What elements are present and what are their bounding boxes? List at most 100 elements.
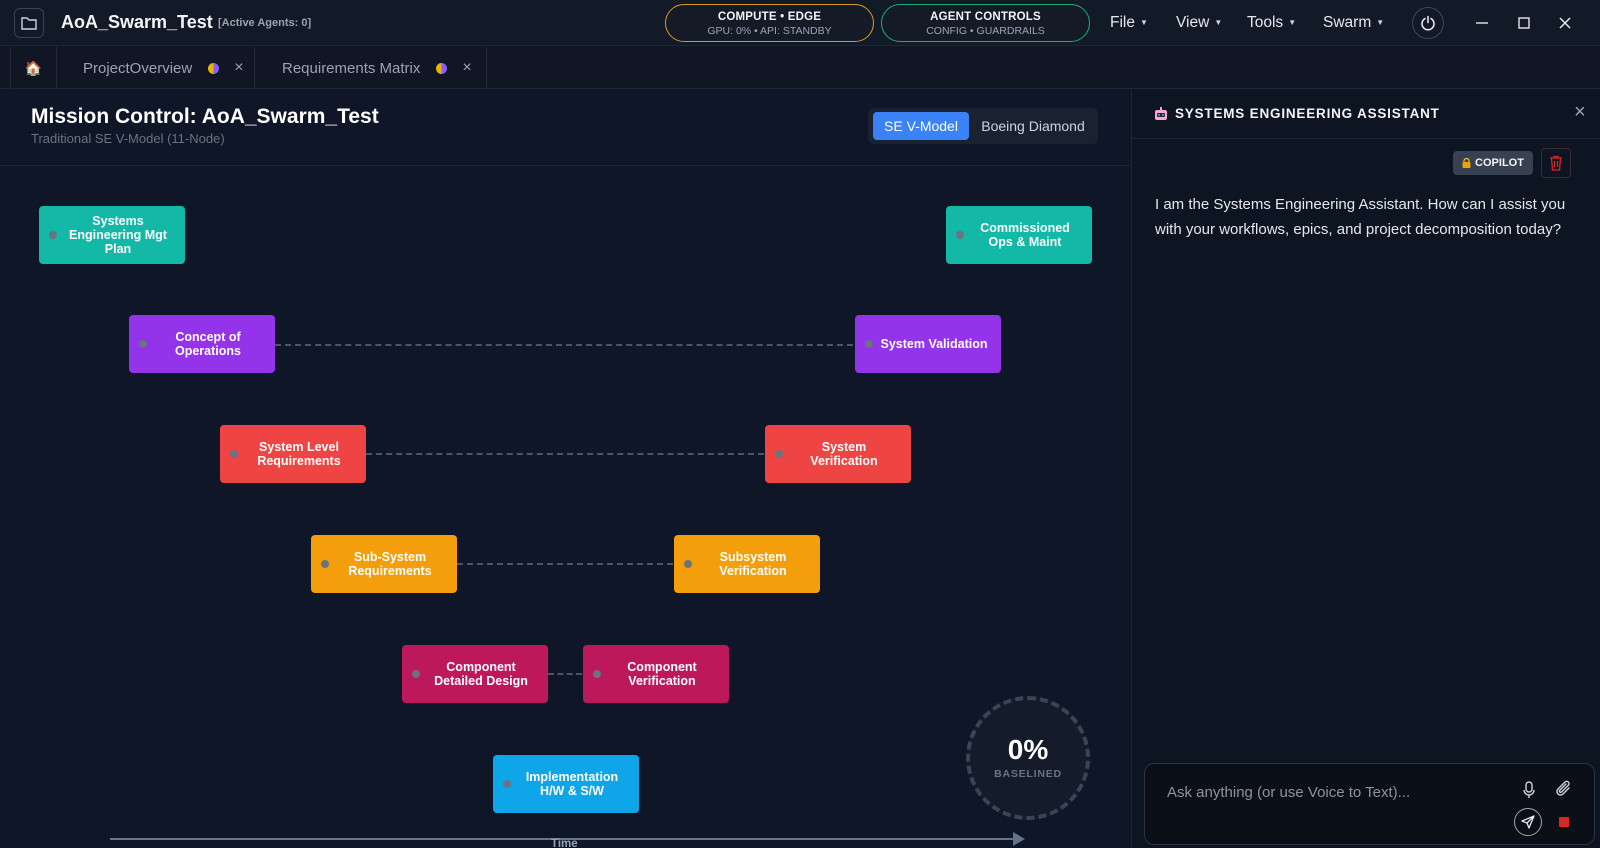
clear-chat-button[interactable] xyxy=(1541,148,1571,178)
close-icon[interactable]: × xyxy=(234,59,243,77)
node-label: Subsystem Verification xyxy=(719,550,787,578)
node-system-validation[interactable]: System Validation xyxy=(855,315,1001,373)
node-port xyxy=(230,450,238,458)
node-concept-of-operations[interactable]: Concept of Operations xyxy=(129,315,275,373)
chat-input[interactable] xyxy=(1167,780,1507,804)
robot-icon xyxy=(1155,107,1167,120)
node-port xyxy=(49,231,57,239)
compute-edge-button[interactable]: COMPUTE • EDGE GPU: 0% • API: STANDBY xyxy=(665,4,874,42)
se-v-model-button[interactable]: SE V-Model xyxy=(873,112,969,140)
menu-tools-label: Tools xyxy=(1247,14,1284,31)
node-port xyxy=(684,560,692,568)
menu-file[interactable]: File ▼ xyxy=(1110,14,1148,32)
title-bar: AoA_Swarm_Test [Active Agents: 0] COMPUT… xyxy=(0,0,1600,46)
menu-file-label: File xyxy=(1110,14,1135,31)
chevron-down-icon: ▼ xyxy=(1376,18,1385,27)
node-commissioned-ops[interactable]: Commissioned Ops & Maint xyxy=(946,206,1092,264)
baselined-percent: 0% xyxy=(1007,734,1049,765)
chat-input-box xyxy=(1144,763,1595,845)
compute-pill-title: COMPUTE • EDGE xyxy=(717,11,822,23)
node-label: Systems Engineering Mgt Plan xyxy=(69,214,167,256)
node-label: System Level Requirements xyxy=(257,440,341,468)
assistant-message: I am the Systems Engineering Assistant. … xyxy=(1155,196,1566,238)
minimize-button[interactable] xyxy=(1470,11,1494,35)
tab-project-overview[interactable]: ProjectOverview × xyxy=(57,47,255,89)
menu-tools[interactable]: Tools ▼ xyxy=(1247,14,1296,32)
agent-pill-status: CONFIG • GUARDRAILS xyxy=(926,25,1045,37)
chevron-down-icon: ▼ xyxy=(1139,18,1148,27)
lock-icon xyxy=(1462,158,1471,168)
close-icon xyxy=(1559,17,1571,29)
chevron-down-icon: ▼ xyxy=(1214,18,1223,27)
tab-label: ProjectOverview xyxy=(83,59,193,77)
menu-swarm-label: Swarm xyxy=(1323,14,1372,31)
baselined-label: BASELINED xyxy=(994,768,1062,780)
close-window-button[interactable] xyxy=(1553,11,1577,35)
time-axis-label: Time xyxy=(551,838,578,848)
status-dot-icon xyxy=(208,62,220,74)
trash-icon xyxy=(1550,155,1562,171)
home-icon: 🏠 xyxy=(24,59,43,76)
agent-pill-title: AGENT CONTROLS xyxy=(930,11,1041,23)
node-system-verification[interactable]: System Verification xyxy=(765,425,911,483)
app-title: AoA_Swarm_Test xyxy=(61,12,213,32)
mic-icon[interactable] xyxy=(1523,781,1535,799)
assistant-panel: SYSTEMS ENGINEERING ASSISTANT × COPILOT … xyxy=(1131,90,1600,848)
node-label: Sub-System Requirements xyxy=(348,550,432,578)
node-label: Concept of Operations xyxy=(175,330,241,358)
page-subtitle: Traditional SE V-Model (11-Node) xyxy=(31,131,225,146)
node-implementation[interactable]: Implementation H/W & S/W xyxy=(493,755,639,813)
divider xyxy=(0,165,1131,166)
menu-swarm[interactable]: Swarm ▼ xyxy=(1323,14,1384,32)
node-port xyxy=(956,231,964,239)
node-label: Commissioned Ops & Maint xyxy=(980,221,1070,249)
menu-view-label: View xyxy=(1176,14,1210,31)
node-component-verification[interactable]: Component Verification xyxy=(583,645,729,703)
node-system-level-requirements[interactable]: System Level Requirements xyxy=(220,425,366,483)
node-subsystem-verification[interactable]: Subsystem Verification xyxy=(674,535,820,593)
assistant-header: SYSTEMS ENGINEERING ASSISTANT × xyxy=(1132,90,1600,139)
compute-pill-status: GPU: 0% • API: STANDBY xyxy=(707,25,832,37)
node-label: System Validation xyxy=(880,337,988,351)
tab-bar: 🏠 ProjectOverview × Requirements Matrix … xyxy=(0,47,1600,89)
copilot-badge[interactable]: COPILOT xyxy=(1453,151,1533,175)
stop-icon[interactable] xyxy=(1559,817,1569,827)
node-port xyxy=(503,780,511,788)
boeing-diamond-button[interactable]: Boeing Diamond xyxy=(973,112,1093,140)
node-sub-system-requirements[interactable]: Sub-System Requirements xyxy=(311,535,457,593)
assistant-title: SYSTEMS ENGINEERING ASSISTANT xyxy=(1175,106,1440,121)
paperclip-icon[interactable] xyxy=(1556,780,1572,798)
arrow-right-icon xyxy=(1013,832,1025,846)
agent-controls-button[interactable]: AGENT CONTROLS CONFIG • GUARDRAILS xyxy=(881,4,1090,42)
node-component-detailed-design[interactable]: Component Detailed Design xyxy=(402,645,548,703)
power-button[interactable] xyxy=(1412,7,1444,39)
chevron-down-icon: ▼ xyxy=(1288,18,1297,27)
node-label: System Verification xyxy=(810,440,878,468)
active-agents-status: [Active Agents: 0] xyxy=(218,17,312,29)
page-title: Mission Control: AoA_Swarm_Test xyxy=(31,105,379,128)
tab-home[interactable]: 🏠 xyxy=(10,47,57,89)
close-panel-button[interactable]: × xyxy=(1574,101,1586,124)
connector-line xyxy=(366,453,764,455)
node-label: Component Verification xyxy=(627,660,697,688)
menu-view[interactable]: View ▼ xyxy=(1176,14,1222,32)
close-icon[interactable]: × xyxy=(462,59,471,77)
node-se-mgt-plan[interactable]: Systems Engineering Mgt Plan xyxy=(39,206,185,264)
connector-line xyxy=(457,563,673,565)
connector-line xyxy=(548,673,582,675)
maximize-icon xyxy=(1518,17,1530,29)
node-label: Component Detailed Design xyxy=(434,660,528,688)
mission-control: Mission Control: AoA_Swarm_Test Traditio… xyxy=(0,90,1131,848)
node-port xyxy=(412,670,420,678)
node-port xyxy=(775,450,783,458)
node-label: Implementation H/W & S/W xyxy=(525,770,619,798)
minimize-icon xyxy=(1476,22,1488,24)
folder-icon xyxy=(21,17,37,30)
maximize-button[interactable] xyxy=(1512,11,1536,35)
folder-button[interactable] xyxy=(14,8,44,38)
view-toggle: SE V-Model Boeing Diamond xyxy=(868,108,1098,144)
copilot-label: COPILOT xyxy=(1475,157,1524,169)
send-button[interactable] xyxy=(1514,808,1542,836)
tab-requirements-matrix[interactable]: Requirements Matrix × xyxy=(255,47,487,89)
status-dot-icon xyxy=(436,62,448,74)
